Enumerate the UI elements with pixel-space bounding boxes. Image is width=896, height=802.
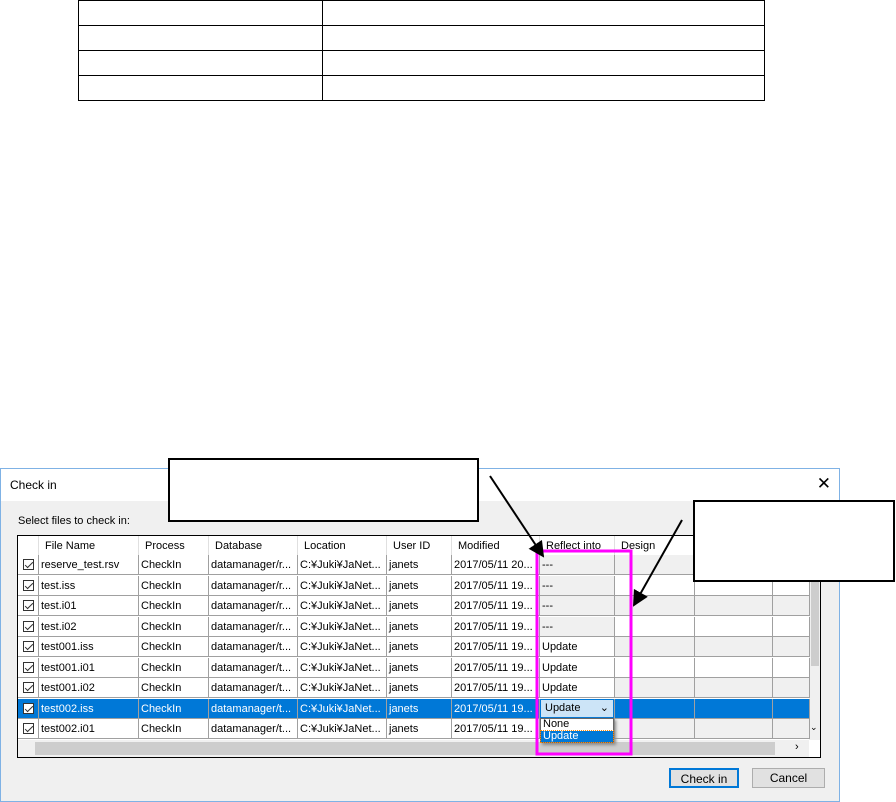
highlight-rectangle xyxy=(535,549,633,756)
arrow xyxy=(489,475,545,558)
arrow xyxy=(633,519,683,607)
annotation-overlay xyxy=(489,475,683,756)
callout-box xyxy=(693,500,895,582)
callout-box xyxy=(168,458,479,522)
